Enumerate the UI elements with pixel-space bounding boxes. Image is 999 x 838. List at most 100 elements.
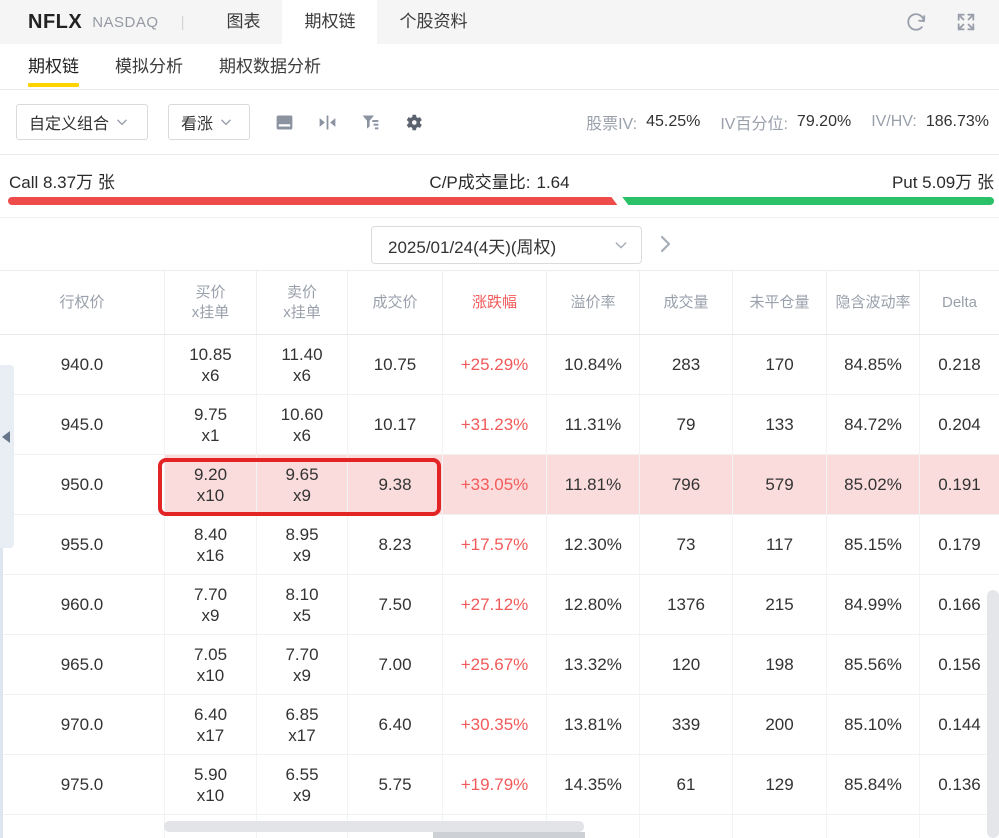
table-row-strike-945.0[interactable]: 945.0 9.75 x1 10.60 x6 10.17 +31.23% 11.31% 79 13… — [0, 395, 999, 455]
table-row-strike-960.0[interactable]: 960.0 7.70 x9 8.10 x5 7.50 +27.12% 12.80% 1376 21… — [0, 575, 999, 635]
stat-label: IV/HV: — [871, 113, 917, 130]
table-row-strike-940.0[interactable]: 940.0 10.85 x6 11.40 x6 10.75 +25.29% 10.84% 283… — [0, 335, 999, 395]
options-chain-panel: NFLX NASDAQ | 图表 期权链 个股资料 期权链 模拟分析 期权数据分… — [0, 0, 999, 838]
cell-last: 10.17 — [348, 395, 443, 454]
tab-stock-info[interactable]: 个股资料 — [377, 0, 489, 44]
put-volume-bar — [622, 197, 994, 205]
outer-horizontal-scrollbar[interactable] — [433, 832, 585, 838]
expiry-date-select[interactable]: 2025/01/24(4天)(周权) — [371, 226, 642, 264]
expiry-date-label: 2025/01/24(4天)(周权) — [388, 237, 557, 257]
option-table-body: 940.0 10.85 x6 11.40 x6 10.75 +25.29% 10.84% 283… — [0, 335, 999, 838]
sidebar-edge-line — [0, 548, 3, 838]
cell-iv: 85.15% — [827, 515, 920, 574]
cell-strike: 940.0 — [0, 335, 165, 394]
next-expiry-icon[interactable] — [653, 232, 677, 256]
cell-oi: 198 — [733, 635, 827, 694]
cp-ratio-label: C/P成交量比: — [429, 173, 531, 192]
cell-strike: 955.0 — [0, 515, 165, 574]
cell-oi: 579 — [733, 455, 827, 514]
stat-value: 45.25% — [646, 113, 701, 130]
expiry-row: 2025/01/24(4天)(周权) — [0, 218, 999, 270]
board-icon[interactable] — [274, 112, 295, 133]
column-header-volume: 成交量 — [640, 271, 733, 334]
direction-select-label: 看涨 — [181, 116, 214, 133]
strategy-select[interactable]: 自定义组合 — [16, 104, 148, 140]
cell-premium: 11.31% — [547, 395, 640, 454]
vertical-scrollbar-thumb[interactable] — [987, 590, 999, 838]
cell-iv: 84.85% — [827, 335, 920, 394]
cell-bid: 9.20 x10 — [165, 455, 257, 514]
cell-strike: 945.0 — [0, 395, 165, 454]
cell-change: +27.12% — [443, 575, 547, 634]
cell-delta: 0.218 — [920, 335, 999, 394]
collapse-columns-icon[interactable] — [317, 112, 338, 133]
strategy-select-label: 自定义组合 — [29, 116, 110, 133]
cell-volume — [640, 815, 733, 838]
stat-iv-percentile: IV百分位: 79.20% — [720, 110, 851, 134]
settings-gear-icon[interactable] — [403, 112, 424, 133]
horizontal-scrollbar-thumb[interactable] — [164, 821, 584, 832]
subtab-simulation-analysis[interactable]: 模拟分析 — [115, 44, 183, 89]
cell-volume: 73 — [640, 515, 733, 574]
stat-label: IV百分位: — [720, 116, 788, 133]
table-row-strike-955.0[interactable]: 955.0 8.40 x16 8.95 x9 8.23 +17.57% 12.30% 73 117… — [0, 515, 999, 575]
direction-select[interactable]: 看涨 — [168, 104, 250, 140]
filter-icon[interactable] — [360, 112, 381, 133]
cell-ask: 10.60 x6 — [257, 395, 348, 454]
column-header-strike: 行权价 — [0, 271, 165, 334]
cell-bid: 7.05 x10 — [165, 635, 257, 694]
toolbar: 自定义组合 看涨 股票IV: 45.25% IV百分位: 79.20% IV/H… — [0, 90, 999, 155]
table-row-strike-950.0[interactable]: 950.0 9.20 x10 9.65 x9 9.38 +33.05% 11.81% 796 57… — [0, 455, 999, 515]
stat-iv-hv: IV/HV: 186.73% — [871, 113, 989, 131]
cell-ask: 9.65 x9 — [257, 455, 348, 514]
cell-premium: 12.30% — [547, 515, 640, 574]
call-volume-bar — [8, 197, 617, 205]
cell-iv — [827, 815, 920, 838]
column-header-last: 成交价 — [348, 271, 443, 334]
column-header-premium: 溢价率 — [547, 271, 640, 334]
subtab-options-data-analysis[interactable]: 期权数据分析 — [219, 44, 321, 89]
cp-ratio-value: 1.64 — [536, 173, 570, 192]
stock-symbol: NFLX — [28, 10, 83, 33]
volume-texts: Call 8.37万 张 C/P成交量比: 1.64 Put 5.09万 张 — [0, 155, 999, 192]
cell-iv: 85.02% — [827, 455, 920, 514]
fullscreen-icon[interactable] — [955, 11, 977, 33]
cell-premium: 13.32% — [547, 635, 640, 694]
cell-last: 7.50 — [348, 575, 443, 634]
column-header-bid: 买价 x挂单 — [165, 271, 257, 334]
cell-iv: 84.72% — [827, 395, 920, 454]
cell-iv: 85.56% — [827, 635, 920, 694]
cell-delta: 0.179 — [920, 515, 999, 574]
stat-value: 79.20% — [796, 113, 852, 130]
toolbar-icons — [274, 112, 424, 133]
cell-strike — [0, 815, 165, 838]
table-row-strike-970.0[interactable]: 970.0 6.40 x17 6.85 x17 6.40 +30.35% 13.81% 339 2… — [0, 695, 999, 755]
divider: | — [180, 13, 185, 31]
subtab-options-chain[interactable]: 期权链 — [28, 44, 79, 89]
table-row-strike-975.0[interactable]: 975.0 5.90 x10 6.55 x9 5.75 +19.79% 14.35% 61 129… — [0, 755, 999, 815]
cell-volume: 79 — [640, 395, 733, 454]
tab-chart[interactable]: 图表 — [204, 0, 282, 44]
stat-value: 186.73% — [925, 113, 989, 130]
table-header-row: 行权价 买价 x挂单 卖价 x挂单 成交价 涨跌幅 溢价率 成交量 未平仓量 隐含波动率 Delta — [0, 270, 999, 335]
stat-label: 股票IV: — [586, 116, 638, 133]
cell-volume: 283 — [640, 335, 733, 394]
cell-oi: 200 — [733, 695, 827, 754]
collapse-sidebar-handle[interactable] — [0, 365, 14, 548]
cell-ask: 7.70 x9 — [257, 635, 348, 694]
table-row-strike-965.0[interactable]: 965.0 7.05 x10 7.70 x9 7.00 +25.67% 13.32% 120 19… — [0, 635, 999, 695]
cell-bid: 8.40 x16 — [165, 515, 257, 574]
call-put-ratio-bar — [8, 197, 994, 205]
cell-bid: 6.40 x17 — [165, 695, 257, 754]
stat-stock-iv: 股票IV: 45.25% — [586, 110, 700, 134]
cell-volume: 339 — [640, 695, 733, 754]
chevron-down-icon — [615, 242, 627, 249]
cell-volume: 61 — [640, 755, 733, 814]
column-header-ask: 卖价 x挂单 — [257, 271, 348, 334]
cell-last: 7.00 — [348, 635, 443, 694]
tab-options-chain[interactable]: 期权链 — [282, 0, 378, 44]
cell-bid: 10.85 x6 — [165, 335, 257, 394]
cell-last: 9.38 — [348, 455, 443, 514]
sub-nav: 期权链 模拟分析 期权数据分析 — [0, 44, 999, 90]
refresh-icon[interactable] — [905, 11, 927, 33]
